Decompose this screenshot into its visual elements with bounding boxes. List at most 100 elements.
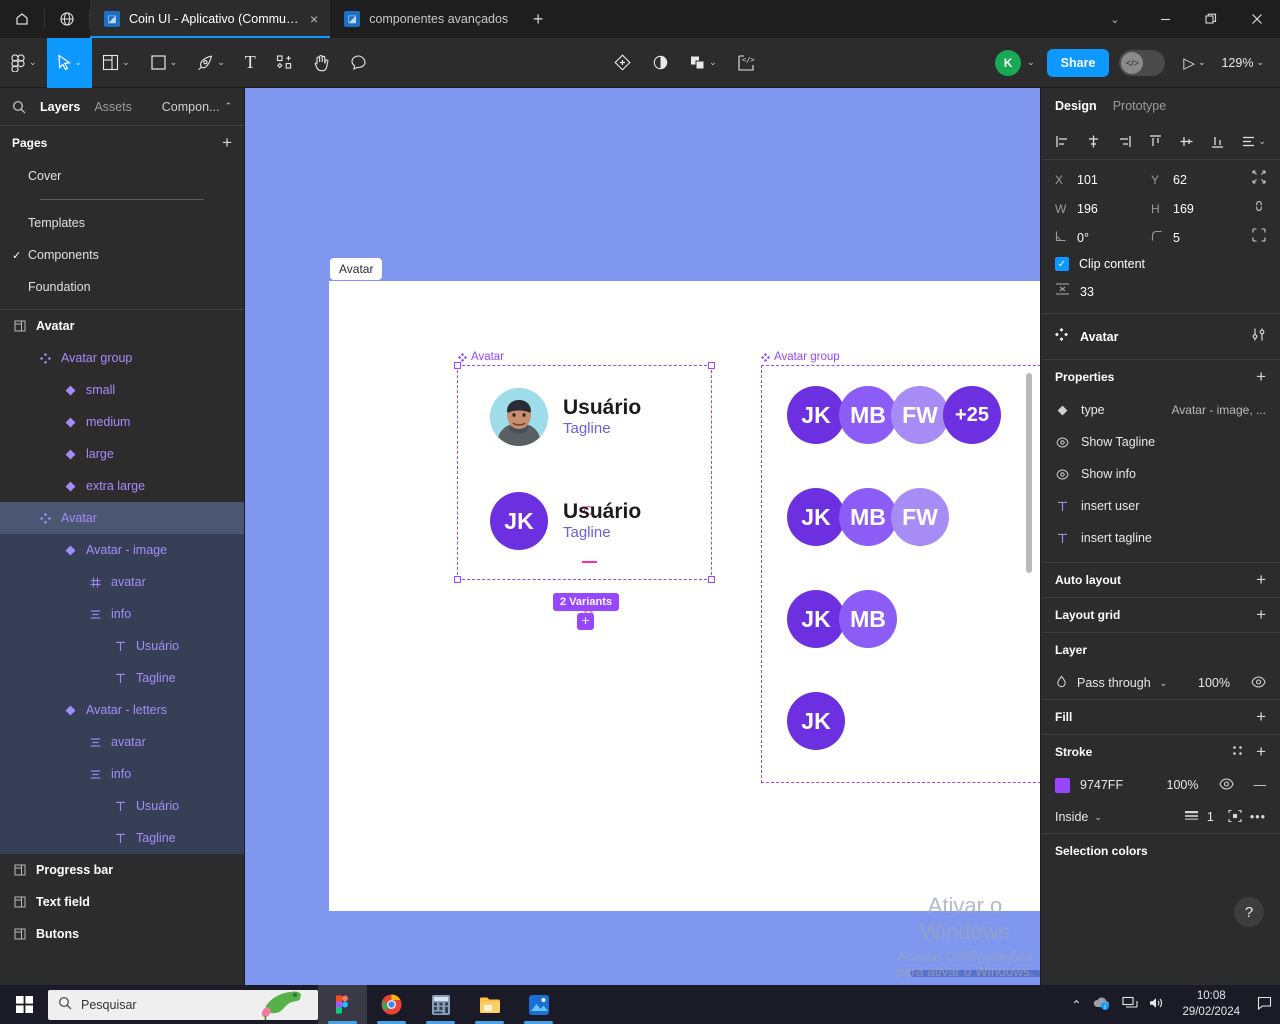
- share-button[interactable]: Share: [1046, 48, 1110, 77]
- avatar-group-row[interactable]: JK MB FW +25: [787, 386, 1001, 444]
- add-auto-layout-button[interactable]: +: [1256, 570, 1266, 590]
- resize-to-fit-icon[interactable]: [1252, 170, 1266, 189]
- create-component-icon[interactable]: [603, 38, 642, 88]
- layer-row-butons[interactable]: Butons: [0, 918, 244, 950]
- text-tool-icon[interactable]: T: [235, 38, 266, 88]
- layer-row-small[interactable]: small: [0, 374, 244, 406]
- page-item-templates[interactable]: Templates: [0, 207, 244, 239]
- stroke-weight-value[interactable]: 1: [1207, 810, 1214, 824]
- y-field[interactable]: Y 62: [1151, 173, 1247, 187]
- width-field[interactable]: W 196: [1055, 202, 1151, 216]
- property-value[interactable]: Avatar - image, ...: [1172, 403, 1266, 417]
- resize-handle-bottom-left[interactable]: [454, 576, 461, 583]
- avatar-group-row[interactable]: JK MB: [787, 590, 897, 648]
- layer-row-tagline[interactable]: Tagline: [0, 662, 244, 694]
- layer-row-avatar-letters[interactable]: Avatar - letters: [0, 694, 244, 726]
- tab-design[interactable]: Design: [1055, 99, 1097, 113]
- pen-tool-icon[interactable]: ⌄: [187, 38, 235, 88]
- layer-row-avatar-image[interactable]: Avatar - image: [0, 534, 244, 566]
- height-field[interactable]: H 169: [1151, 202, 1247, 216]
- dev-mode-toggle[interactable]: </>: [1119, 49, 1166, 76]
- constrain-proportions-icon[interactable]: [1252, 199, 1266, 218]
- taskbar-search-input[interactable]: Pesquisar: [48, 989, 318, 1020]
- property-row-type[interactable]: type Avatar - image, ...: [1041, 394, 1280, 426]
- search-icon[interactable]: [12, 100, 26, 114]
- canvas-horizontal-scrollbar[interactable]: [910, 970, 1040, 977]
- align-top-icon[interactable]: [1148, 134, 1163, 149]
- layer-row-text-field[interactable]: Text field: [0, 886, 244, 918]
- windows-start-icon[interactable]: [0, 996, 48, 1013]
- chevron-up-icon[interactable]: ⌃: [1071, 998, 1081, 1012]
- page-item-cover[interactable]: Cover: [0, 160, 244, 192]
- add-stroke-button[interactable]: +: [1256, 742, 1266, 762]
- help-button[interactable]: ?: [1234, 897, 1264, 927]
- clip-content-checkbox[interactable]: ✓: [1055, 257, 1069, 271]
- property-row-insert-user[interactable]: insert user: [1041, 490, 1280, 522]
- frame-name-label[interactable]: Avatar: [330, 258, 383, 280]
- align-left-icon[interactable]: [1055, 134, 1070, 149]
- layer-row-avatar[interactable]: avatar: [0, 566, 244, 598]
- frame-tool-icon[interactable]: ⌄: [92, 38, 140, 88]
- page-item-components[interactable]: ✓ Components: [0, 239, 244, 271]
- avatar-group-row[interactable]: JK: [787, 692, 845, 750]
- add-page-button[interactable]: +: [222, 133, 232, 153]
- home-icon[interactable]: [0, 0, 44, 38]
- layer-row-medium[interactable]: medium: [0, 406, 244, 438]
- rotation-field[interactable]: 0°: [1055, 230, 1151, 245]
- stroke-opacity[interactable]: 100%: [1167, 778, 1199, 792]
- layer-row-tagline[interactable]: Tagline: [0, 822, 244, 854]
- chevron-down-icon[interactable]: ⌄: [1088, 0, 1142, 38]
- layer-row-avatar[interactable]: Avatar: [0, 502, 244, 534]
- stroke-color-hex[interactable]: 9747FF: [1080, 778, 1123, 792]
- layer-row-avatar-group[interactable]: Avatar group: [0, 342, 244, 374]
- photos-taskbar-icon[interactable]: [514, 985, 563, 1024]
- move-tool-icon[interactable]: ⌄: [46, 37, 93, 88]
- distribute-icon[interactable]: ⌄: [1241, 134, 1266, 149]
- close-window-button[interactable]: [1234, 0, 1280, 38]
- design-canvas[interactable]: Avatar Avatar Usuário Tagline JK Usuário…: [245, 88, 1040, 985]
- avatar-group-row[interactable]: JK MB FW: [787, 488, 949, 546]
- close-icon[interactable]: ×: [308, 12, 320, 26]
- avatar-card-letters[interactable]: JK Usuário Tagline: [490, 492, 641, 550]
- variants-badge[interactable]: 2 Variants: [553, 593, 619, 611]
- align-right-icon[interactable]: [1117, 134, 1132, 149]
- clip-content-row[interactable]: ✓ Clip content: [1055, 257, 1266, 271]
- layer-row-info[interactable]: info: [0, 598, 244, 630]
- tab-componentes-avancados[interactable]: ◪ componentes avançados: [330, 0, 520, 38]
- components-tool-icon[interactable]: [266, 38, 303, 88]
- boolean-union-icon[interactable]: ⌄: [679, 38, 727, 88]
- layer-row-large[interactable]: large: [0, 438, 244, 470]
- user-avatar-chip[interactable]: K ⌄: [991, 46, 1043, 80]
- layer-row-info[interactable]: info: [0, 758, 244, 790]
- add-layout-grid-button[interactable]: +: [1256, 605, 1266, 625]
- align-vertical-center-icon[interactable]: [1179, 134, 1194, 149]
- eye-icon[interactable]: [1251, 675, 1266, 691]
- tab-prototype[interactable]: Prototype: [1113, 99, 1167, 113]
- figma-menu-icon[interactable]: ⌄: [0, 38, 47, 88]
- chrome-taskbar-icon[interactable]: [367, 985, 416, 1024]
- dev-mode-frame-icon[interactable]: </>: [727, 38, 765, 88]
- resize-handle-top-right[interactable]: [708, 362, 715, 369]
- layer-row-usu-rio[interactable]: Usuário: [0, 790, 244, 822]
- page-item-foundation[interactable]: Foundation: [0, 271, 244, 303]
- volume-icon[interactable]: [1149, 996, 1165, 1013]
- more-options-button[interactable]: •••: [1250, 810, 1266, 824]
- layer-row-avatar[interactable]: Avatar: [0, 310, 244, 342]
- zoom-control[interactable]: 129% ⌄: [1213, 38, 1266, 88]
- hand-tool-icon[interactable]: [303, 38, 340, 88]
- canvas-vertical-scrollbar[interactable]: [1026, 373, 1032, 573]
- align-bottom-icon[interactable]: [1210, 134, 1225, 149]
- corner-radius-field[interactable]: 5: [1151, 230, 1247, 245]
- add-property-button[interactable]: +: [1256, 367, 1266, 387]
- stroke-align-value[interactable]: Inside: [1055, 810, 1088, 824]
- layer-row-extra-large[interactable]: extra large: [0, 470, 244, 502]
- comment-tool-icon[interactable]: [340, 38, 377, 88]
- present-button[interactable]: ▷ ⌄: [1175, 38, 1209, 88]
- property-row-insert-tagline[interactable]: insert tagline: [1041, 522, 1280, 554]
- sliders-icon[interactable]: [1251, 327, 1266, 347]
- minimize-button[interactable]: [1142, 0, 1188, 38]
- globe-icon[interactable]: [45, 0, 89, 38]
- layer-row-avatar[interactable]: avatar: [0, 726, 244, 758]
- stroke-style-icon[interactable]: [1231, 744, 1244, 760]
- property-row-show-tagline[interactable]: Show Tagline: [1041, 426, 1280, 458]
